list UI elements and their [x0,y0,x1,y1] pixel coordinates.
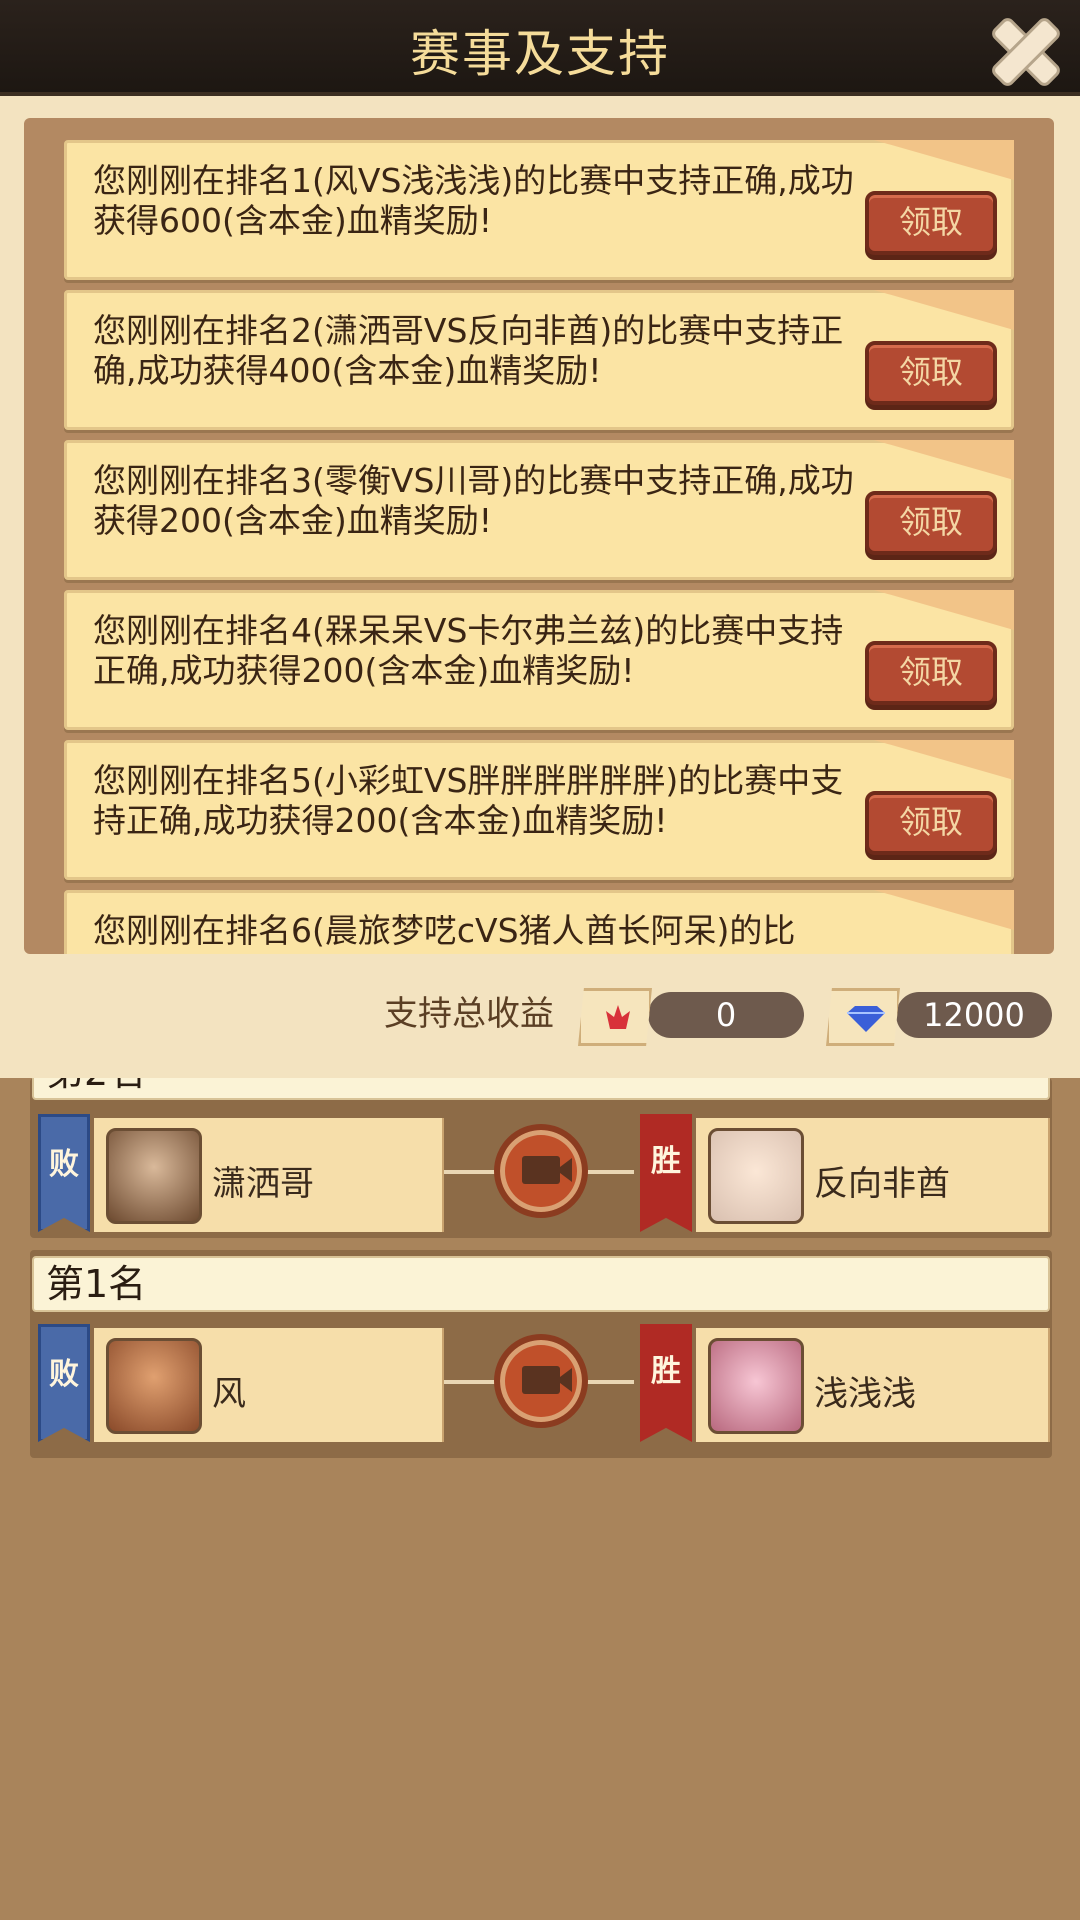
player-name: 浅浅浅 [814,1374,916,1414]
camera-icon [522,1156,560,1184]
reward-card: 您刚刚在排名2(潇洒哥VS反向非酋)的比赛中支持正确,成功获得400(含本金)血… [64,290,1014,430]
win-flag: 胜 [640,1324,692,1442]
reward-message: 您刚刚在排名3(零衡VS川哥)的比赛中支持正确,成功获得200(含本金)血精奖励… [93,461,854,540]
replay-button[interactable] [494,1124,588,1218]
player-name: 潇洒哥 [212,1164,314,1204]
lose-flag: 败 [38,1114,90,1232]
avatar [106,1338,202,1434]
reward-message: 您刚刚在排名4(槑呆呆VS卡尔弗兰兹)的比赛中支持正确,成功获得200(含本金)… [93,611,844,690]
claim-button[interactable]: 领取 [865,341,997,405]
avatar [106,1128,202,1224]
reward-card: 您刚刚在排名6(晨旅梦呓cVS猪人酋长阿呆)的比 [64,890,1014,954]
lose-flag: 败 [38,1324,90,1442]
camera-icon [522,1366,560,1394]
close-button[interactable] [980,6,1072,98]
reward-card: 您刚刚在排名5(小彩虹VS胖胖胖胖胖胖)的比赛中支持正确,成功获得200(含本金… [64,740,1014,880]
blood-essence-icon [578,988,652,1046]
player-card-right[interactable]: 反向非酋 [696,1118,1050,1232]
blood-essence-value: 0 [648,992,804,1038]
player-name: 反向非酋 [814,1164,950,1204]
claim-button[interactable]: 领取 [865,191,997,255]
replay-button[interactable] [494,1334,588,1428]
claim-button[interactable]: 领取 [865,491,997,555]
reward-list[interactable]: 您刚刚在排名1(风VS浅浅浅)的比赛中支持正确,成功获得600(含本金)血精奖励… [24,118,1054,954]
diamond-value: 12000 [896,992,1052,1038]
match-row-rank2: 败 潇洒哥 胜 反向非酋 [32,1110,1050,1232]
match-row-rank1: 败 风 胜 浅浅浅 [32,1320,1050,1442]
diamond-icon [826,988,900,1046]
reward-message: 您刚刚在排名6(晨旅梦呓cVS猪人酋长阿呆)的比 [93,911,796,950]
win-flag: 胜 [640,1114,692,1232]
reward-message: 您刚刚在排名2(潇洒哥VS反向非酋)的比赛中支持正确,成功获得400(含本金)血… [93,311,844,390]
player-card-right[interactable]: 浅浅浅 [696,1328,1050,1442]
reward-card: 您刚刚在排名3(零衡VS川哥)的比赛中支持正确,成功获得200(含本金)血精奖励… [64,440,1014,580]
reward-message: 您刚刚在排名1(风VS浅浅浅)的比赛中支持正确,成功获得600(含本金)血精奖励… [93,161,854,240]
claim-button[interactable]: 领取 [865,641,997,705]
page: 第2名 败 潇洒哥 胜 反向非酋 第1名 败 风 胜 [0,0,1080,1920]
player-card-left[interactable]: 风 [94,1328,444,1442]
modal-title: 赛事及支持 [410,25,670,83]
player-card-left[interactable]: 潇洒哥 [94,1118,444,1232]
avatar [708,1338,804,1434]
avatar [708,1128,804,1224]
rank-header-1: 第1名 [32,1256,1050,1312]
player-name: 风 [212,1374,246,1414]
earnings-label: 支持总收益 [384,994,554,1034]
reward-card: 您刚刚在排名4(槑呆呆VS卡尔弗兰兹)的比赛中支持正确,成功获得200(含本金)… [64,590,1014,730]
support-modal: 赛事及支持 您刚刚在排名1(风VS浅浅浅)的比赛中支持正确,成功获得600(含本… [0,0,1080,1078]
earnings-bar: 支持总收益 0 12000 [0,960,1080,1078]
claim-button[interactable]: 领取 [865,791,997,855]
title-bar: 赛事及支持 [0,0,1080,96]
reward-card: 您刚刚在排名1(风VS浅浅浅)的比赛中支持正确,成功获得600(含本金)血精奖励… [64,140,1014,280]
reward-message: 您刚刚在排名5(小彩虹VS胖胖胖胖胖胖)的比赛中支持正确,成功获得200(含本金… [93,761,844,840]
